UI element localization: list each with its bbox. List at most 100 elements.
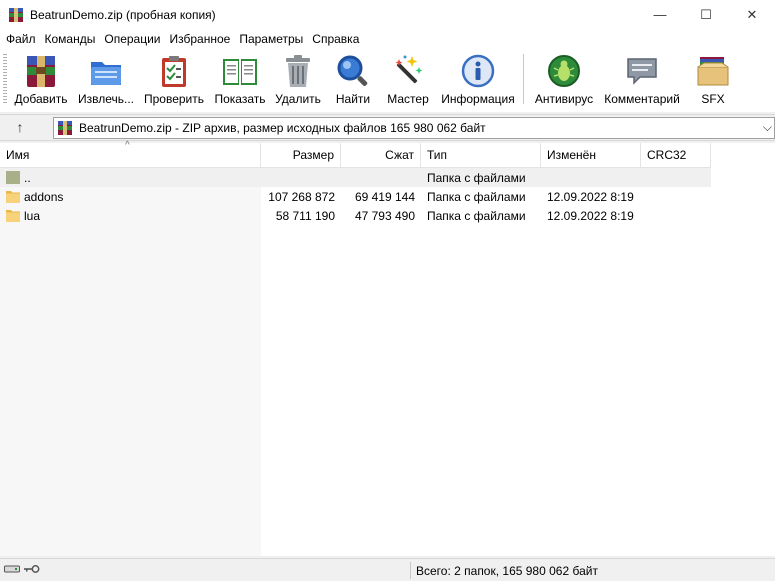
- view-button[interactable]: Показать: [210, 52, 270, 110]
- column-header-packed-label: Сжат: [385, 148, 414, 162]
- find-button-label: Найти: [335, 92, 371, 106]
- file-name: ..: [24, 170, 31, 185]
- toolbar: Добавить Извлечь... Проверить Показать У…: [0, 48, 775, 112]
- menu-file[interactable]: Файл: [2, 32, 40, 46]
- antivirus-button-label: Антивирус: [534, 92, 594, 106]
- trash-icon: [286, 55, 310, 87]
- file-list: Имя ^ Размер Сжат Тип Изменён CRC32 .. П…: [0, 140, 775, 556]
- file-modified: 12.09.2022 8:19: [547, 208, 634, 223]
- minimize-button[interactable]: —: [637, 0, 683, 29]
- close-button[interactable]: ✕: [729, 0, 775, 29]
- file-name: addons: [24, 189, 64, 204]
- column-header-name[interactable]: Имя ^: [0, 140, 261, 167]
- test-button[interactable]: Проверить: [142, 52, 206, 110]
- column-header-size[interactable]: Размер: [261, 143, 341, 167]
- file-type: Папка с файлами: [427, 170, 526, 185]
- parent-folder-icon: [6, 171, 20, 184]
- status-icons: [4, 564, 40, 574]
- up-one-level-button[interactable]: ↑: [10, 119, 30, 137]
- file-type: Папка с файлами: [427, 208, 526, 223]
- sfx-button[interactable]: SFX: [690, 52, 736, 110]
- add-button-label: Добавить: [14, 92, 68, 106]
- column-header-modified-label: Изменён: [547, 148, 596, 162]
- file-packed: [341, 168, 415, 187]
- window-controls: — ☐ ✕: [637, 0, 775, 29]
- add-button[interactable]: Добавить: [12, 52, 70, 110]
- delete-button[interactable]: Удалить: [272, 52, 324, 110]
- wizard-button-label: Мастер: [387, 92, 429, 106]
- winrar-app-icon: [9, 7, 23, 22]
- test-clipboard-icon: [162, 56, 186, 87]
- file-crc: [647, 206, 711, 225]
- sfx-button-label: SFX: [701, 92, 725, 106]
- status-total: Всего: 2 папок, 165 980 062 байт: [416, 564, 598, 578]
- magic-wand-icon: [395, 55, 423, 84]
- info-button-label: Информация: [441, 92, 515, 106]
- list-background: [261, 168, 775, 556]
- address-bar: ↑ BeatrunDemo.zip - ZIP архив, размер ис…: [0, 114, 775, 141]
- toolbar-grip[interactable]: [3, 54, 7, 104]
- window-title: BeatrunDemo.zip (пробная копия): [30, 7, 216, 22]
- status-divider: [410, 562, 411, 579]
- menu-commands[interactable]: Команды: [41, 32, 100, 46]
- extract-button[interactable]: Извлечь...: [76, 52, 136, 110]
- menu-tools[interactable]: Операции: [100, 32, 164, 46]
- column-header-crc32[interactable]: CRC32: [641, 143, 711, 167]
- sort-ascending-icon: ^: [125, 140, 130, 151]
- extract-button-label: Извлечь...: [77, 92, 134, 106]
- name-column-background: [0, 168, 261, 556]
- column-header-modified[interactable]: Изменён: [541, 143, 641, 167]
- magnifier-icon: [337, 55, 368, 86]
- file-crc: [647, 187, 711, 206]
- column-header-packed[interactable]: Сжат: [341, 143, 421, 167]
- menu-options[interactable]: Параметры: [235, 32, 307, 46]
- file-modified: 12.09.2022 8:19: [547, 189, 634, 204]
- info-icon: [461, 54, 495, 88]
- info-button[interactable]: Информация: [438, 52, 518, 110]
- add-archive-icon: [27, 56, 55, 87]
- folder-icon: [6, 191, 20, 203]
- file-size: 58 711 190: [275, 208, 335, 223]
- path-combobox[interactable]: BeatrunDemo.zip - ZIP архив, размер исхо…: [53, 117, 775, 139]
- file-name: lua: [24, 208, 41, 223]
- antivirus-button[interactable]: Антивирус: [532, 52, 596, 110]
- file-crc: [647, 168, 711, 187]
- file-packed: 69 419 144: [354, 189, 415, 204]
- menu-help[interactable]: Справка: [308, 32, 363, 46]
- status-bar: Всего: 2 папок, 165 980 062 байт: [0, 558, 775, 581]
- find-button[interactable]: Найти: [330, 52, 376, 110]
- comment-icon: [627, 58, 657, 85]
- menu-favorites[interactable]: Избранное: [166, 32, 235, 46]
- sfx-box-icon: [697, 57, 729, 86]
- test-button-label: Проверить: [143, 92, 204, 106]
- table-row[interactable]: .. Папка с файлами: [0, 168, 711, 187]
- column-header-size-label: Размер: [292, 148, 334, 162]
- column-header-type-label: Тип: [427, 148, 448, 162]
- column-header-type[interactable]: Тип: [421, 143, 541, 167]
- table-row[interactable]: addons 107 268 872 69 419 144 Папка с фа…: [0, 187, 711, 206]
- file-packed: 47 793 490: [354, 208, 415, 223]
- column-header-name-label: Имя: [6, 148, 30, 162]
- file-size: [261, 168, 335, 187]
- comment-button-label: Комментарий: [604, 92, 680, 106]
- file-size: 107 268 872: [268, 189, 335, 204]
- column-header-crc32-label: CRC32: [647, 148, 687, 162]
- folder-icon: [6, 210, 20, 222]
- toolbar-separator: [523, 54, 524, 104]
- view-button-label: Показать: [214, 92, 266, 106]
- wizard-button[interactable]: Мастер: [384, 52, 432, 110]
- delete-button-label: Удалить: [275, 92, 321, 106]
- title-bar: BeatrunDemo.zip (пробная копия) — ☐ ✕: [0, 0, 775, 29]
- key-icon[interactable]: [24, 564, 40, 574]
- extract-folder-icon: [91, 62, 121, 85]
- archive-icon: [58, 121, 72, 135]
- chevron-down-icon[interactable]: ⌵: [763, 120, 772, 135]
- maximize-button[interactable]: ☐: [683, 0, 729, 29]
- menu-bar: Файл Команды Операции Избранное Параметр…: [0, 29, 775, 48]
- drive-icon[interactable]: [4, 564, 20, 574]
- table-row[interactable]: lua 58 711 190 47 793 490 Папка с файлам…: [0, 206, 711, 225]
- archive-path: BeatrunDemo.zip - ZIP архив, размер исхо…: [79, 121, 486, 135]
- file-modified: [547, 168, 641, 187]
- file-type: Папка с файлами: [427, 189, 526, 204]
- comment-button[interactable]: Комментарий: [602, 52, 682, 110]
